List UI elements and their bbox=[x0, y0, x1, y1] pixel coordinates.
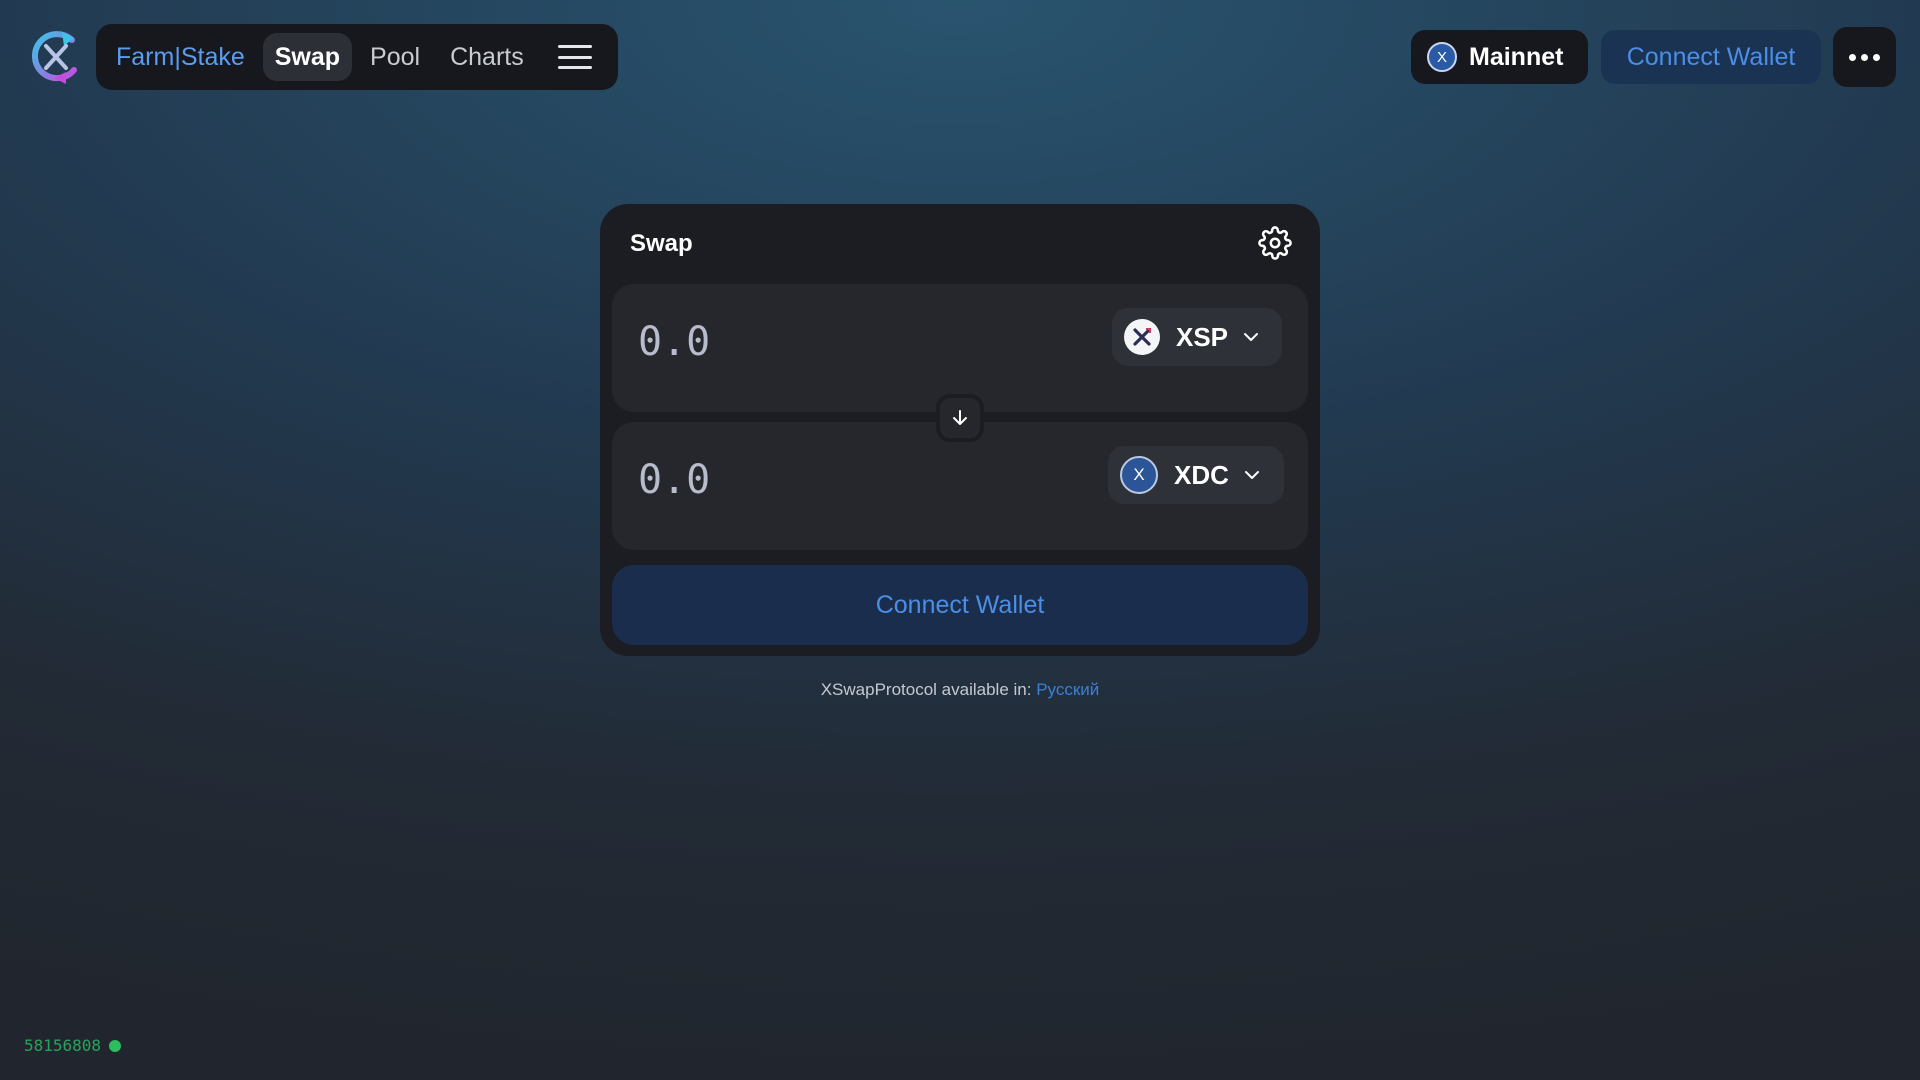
input-amount-field[interactable] bbox=[638, 314, 1058, 370]
input-token-selector[interactable]: XSP bbox=[1112, 308, 1282, 366]
available-text: XSwapProtocol available in: bbox=[820, 680, 1032, 699]
xswap-logo-icon[interactable] bbox=[28, 26, 86, 88]
hamburger-menu-icon[interactable] bbox=[557, 45, 592, 69]
xdc-network-icon: X bbox=[1427, 42, 1457, 72]
arrow-down-icon bbox=[953, 410, 967, 425]
network-selector[interactable]: X Mainnet bbox=[1411, 30, 1588, 84]
chevron-down-icon bbox=[1244, 471, 1259, 479]
output-amount-field[interactable] bbox=[638, 452, 1058, 508]
nav-charts[interactable]: Charts bbox=[438, 33, 536, 81]
dot-icon bbox=[1861, 53, 1868, 61]
nav-pool[interactable]: Pool bbox=[358, 33, 432, 81]
swap-card-title: Swap bbox=[630, 230, 693, 257]
xdc-token-icon: X bbox=[1120, 456, 1158, 494]
output-token-selector[interactable]: X XDC bbox=[1108, 446, 1284, 504]
nav-farm-stake[interactable]: Farm|Stake bbox=[104, 33, 257, 81]
block-number-indicator[interactable]: 58156808 bbox=[24, 1036, 122, 1055]
output-token-symbol: XDC bbox=[1174, 459, 1229, 490]
nav-swap[interactable]: Swap bbox=[262, 33, 353, 81]
dot-icon bbox=[1849, 53, 1856, 61]
status-dot-icon bbox=[109, 1039, 122, 1052]
xsp-token-icon bbox=[1124, 319, 1160, 355]
network-label: Mainnet bbox=[1469, 42, 1564, 71]
swap-connect-wallet-button[interactable]: Connect Wallet bbox=[612, 565, 1308, 645]
swap-direction-button[interactable] bbox=[936, 394, 984, 442]
dot-icon bbox=[1873, 53, 1880, 61]
chevron-down-icon bbox=[1244, 333, 1259, 341]
header-connect-wallet-button[interactable]: Connect Wallet bbox=[1601, 30, 1821, 84]
more-options-button[interactable] bbox=[1833, 27, 1896, 87]
input-token-symbol: XSP bbox=[1176, 321, 1229, 352]
settings-gear-icon[interactable] bbox=[1258, 226, 1292, 260]
input-token-panel: XSP bbox=[612, 284, 1308, 412]
block-number: 58156808 bbox=[24, 1036, 102, 1055]
language-link-russian[interactable]: Русский bbox=[1036, 680, 1099, 699]
swap-card: Swap XSP X XDC Connect Wallet bbox=[600, 204, 1320, 656]
main-nav: Farm|Stake Swap Pool Charts bbox=[96, 24, 618, 90]
language-availability: XSwapProtocol available in: Русский bbox=[600, 680, 1320, 700]
